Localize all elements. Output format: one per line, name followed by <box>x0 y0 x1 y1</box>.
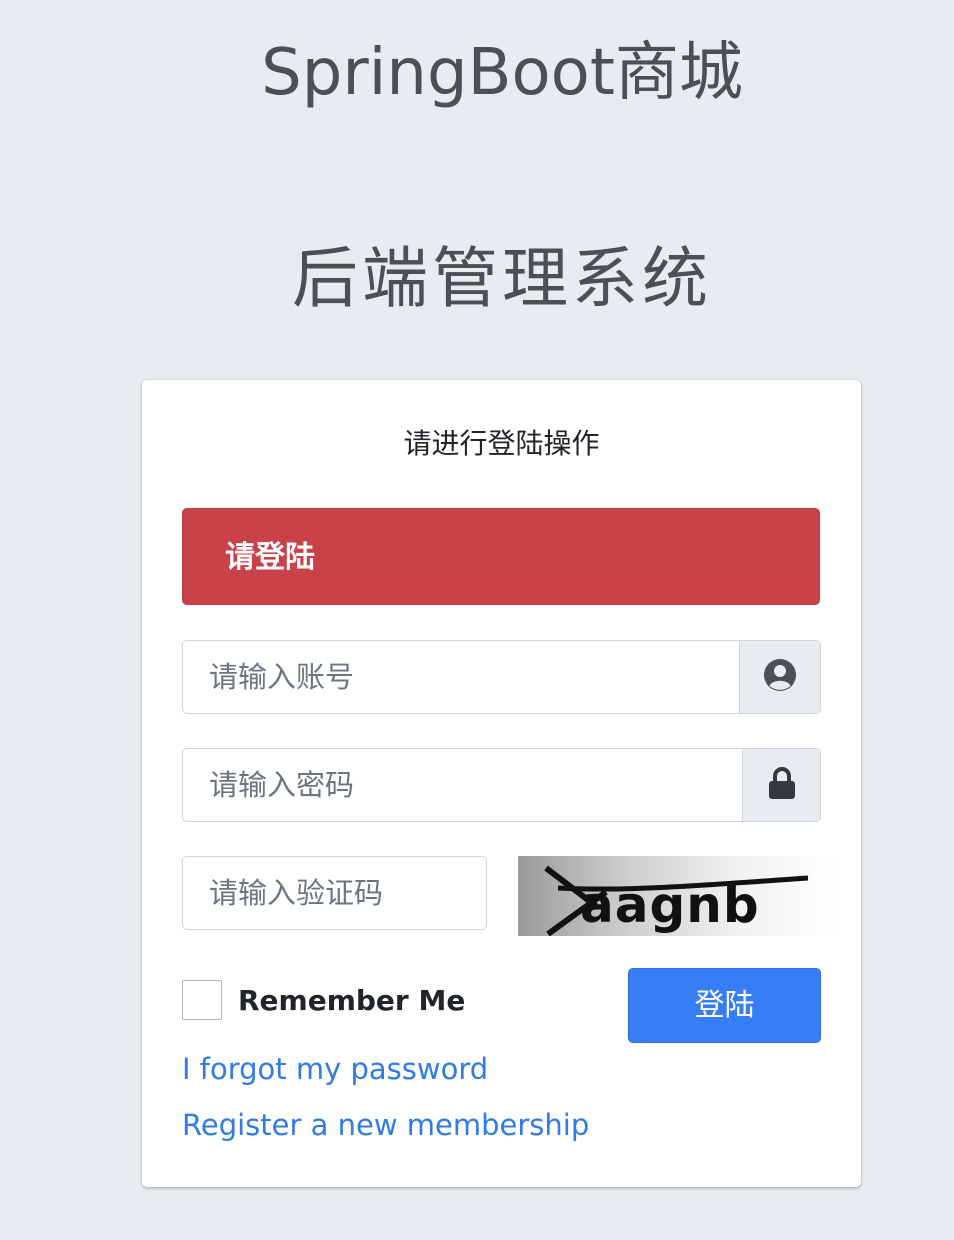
captcha-input[interactable] <box>182 856 487 930</box>
remember-checkbox[interactable] <box>182 980 222 1020</box>
account-addon <box>739 641 820 713</box>
remember-me: Remember Me <box>182 980 465 1020</box>
captcha-text: aagnb <box>580 876 760 934</box>
system-title: 后端管理系统 <box>292 240 712 317</box>
app-title: SpringBoot商城 <box>261 36 743 110</box>
forgot-password-link[interactable]: I forgot my password <box>182 1049 488 1089</box>
password-addon <box>742 749 820 821</box>
password-input-group <box>182 748 821 822</box>
user-circle-icon <box>763 658 797 696</box>
captcha-image[interactable]: aagnb <box>518 856 838 937</box>
lock-icon <box>767 766 797 804</box>
account-input-group <box>182 640 821 714</box>
login-box-message: 请进行登陆操作 <box>403 427 600 460</box>
alert-message: 请登陆 <box>182 508 820 605</box>
login-button[interactable]: 登陆 <box>628 968 821 1043</box>
remember-label[interactable]: Remember Me <box>238 984 465 1017</box>
password-input[interactable] <box>183 749 742 821</box>
account-input[interactable] <box>183 641 739 713</box>
register-link[interactable]: Register a new membership <box>182 1105 589 1145</box>
